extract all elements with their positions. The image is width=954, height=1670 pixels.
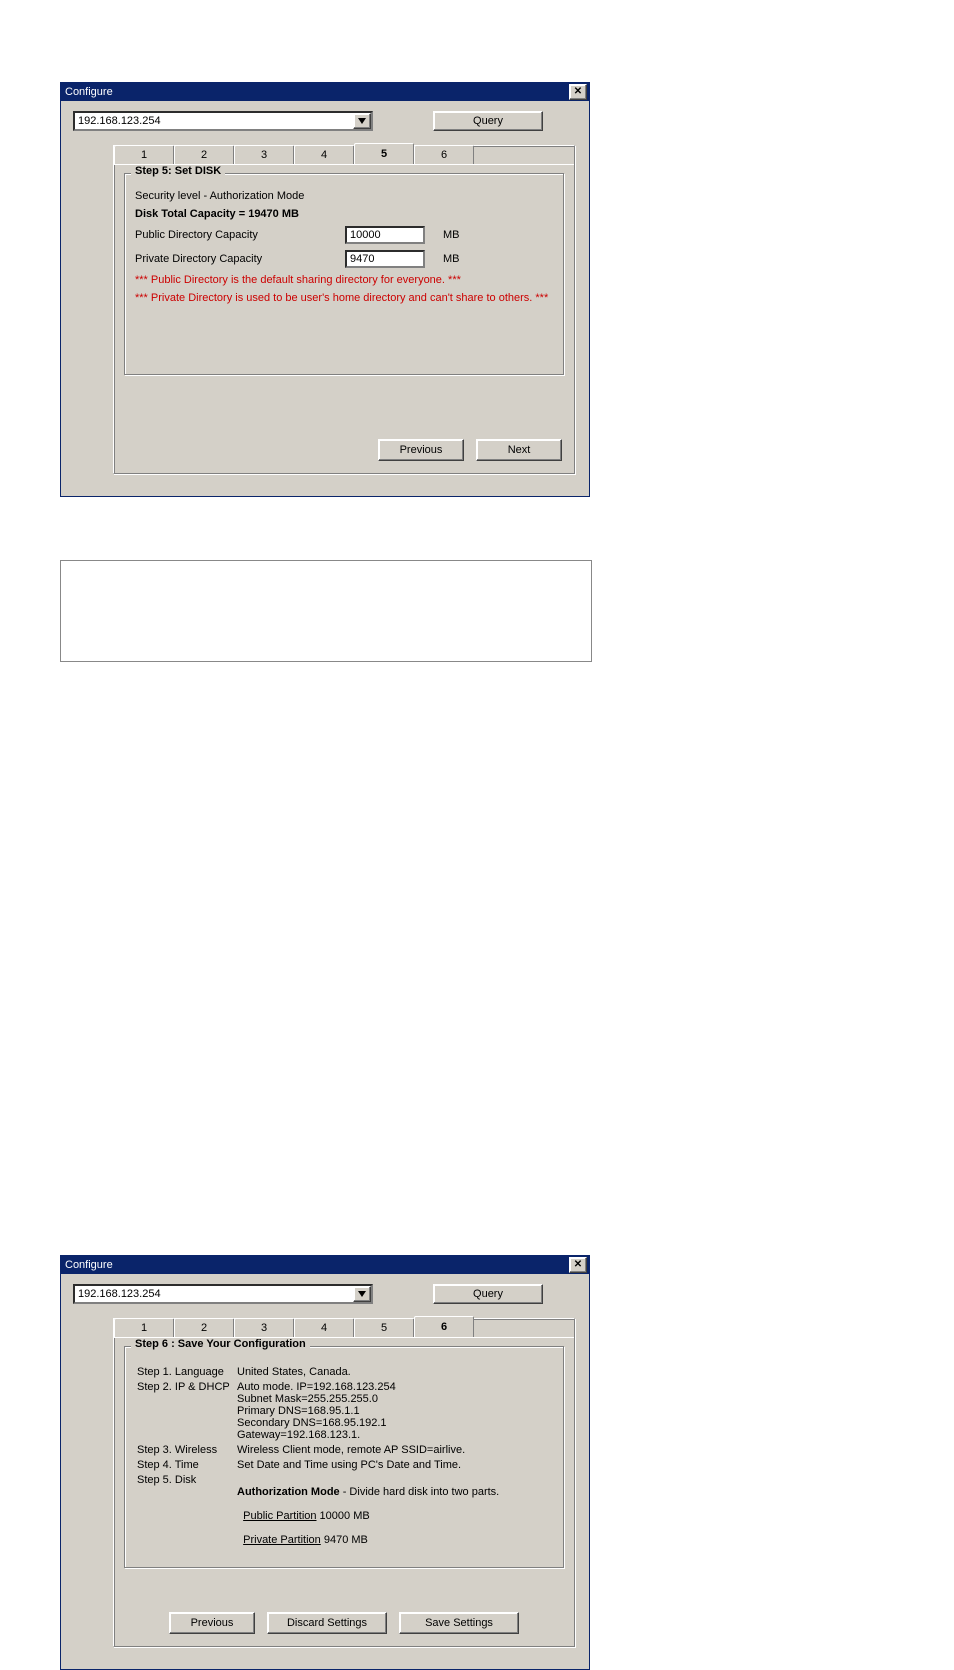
- configure-dialog-step6: Configure ✕ Query 123456 Step 6 : Sav: [60, 1255, 590, 1670]
- close-icon: ✕: [574, 1260, 582, 1270]
- tab-6[interactable]: 6: [414, 1316, 474, 1337]
- summary-row-time: Step 4. Time Set Date and Time using PC'…: [137, 1459, 551, 1471]
- security-level-text: Security level - Authorization Mode: [135, 190, 553, 202]
- tab-5[interactable]: 5: [354, 1318, 414, 1337]
- private-capacity-input[interactable]: [345, 250, 425, 268]
- window-title: Configure: [65, 1259, 113, 1271]
- disk-capacity-text: Disk Total Capacity = 19470 MB: [135, 208, 553, 220]
- address-row: Query: [73, 111, 577, 131]
- tab-1[interactable]: 1: [114, 1318, 174, 1337]
- private-partition-size: 9470 MB: [321, 1534, 368, 1546]
- private-partition-underline: Private Partition: [243, 1534, 321, 1546]
- close-button[interactable]: ✕: [569, 84, 587, 100]
- summary-label: Step 5. Disk: [137, 1474, 237, 1486]
- summary-list: Step 1. Language United States, Canada. …: [135, 1366, 553, 1546]
- tab-5[interactable]: 5: [354, 143, 414, 164]
- tab-1[interactable]: 1: [114, 145, 174, 164]
- tab-2[interactable]: 2: [174, 145, 234, 164]
- tab-3[interactable]: 3: [234, 145, 294, 164]
- summary-value: Authorization Mode - Divide hard disk in…: [237, 1474, 499, 1546]
- tab-2[interactable]: 2: [174, 1318, 234, 1337]
- step5-groupbox: Step 5: Set DISK Security level - Author…: [124, 173, 564, 375]
- next-button[interactable]: Next: [476, 439, 562, 461]
- wizard-panel: 123456 Step 5: Set DISK Security level -…: [113, 145, 575, 474]
- chevron-down-icon: [358, 1291, 366, 1297]
- tab-6[interactable]: 6: [414, 145, 474, 164]
- private-capacity-label: Private Directory Capacity: [135, 253, 345, 265]
- summary-value: Auto mode. IP=192.168.123.254 Subnet Mas…: [237, 1381, 396, 1441]
- private-capacity-row: Private Directory Capacity MB: [135, 250, 553, 268]
- previous-button[interactable]: Previous: [378, 439, 464, 461]
- unit-mb: MB: [443, 229, 460, 241]
- tab-4[interactable]: 4: [294, 145, 354, 164]
- window-title: Configure: [65, 86, 113, 98]
- configure-dialog-step5: Configure ✕ Query 123456 Step 5: Set: [60, 82, 590, 497]
- public-partition-size: 10000 MB: [317, 1510, 370, 1522]
- discard-settings-button[interactable]: Discard Settings: [267, 1612, 387, 1634]
- wizard-buttons: Previous Discard Settings Save Settings: [114, 1612, 574, 1634]
- summary-value: Wireless Client mode, remote AP SSID=air…: [237, 1444, 465, 1456]
- summary-label: Step 2. IP & DHCP: [137, 1381, 237, 1393]
- tabs: 123456: [114, 145, 574, 164]
- query-button[interactable]: Query: [433, 111, 543, 131]
- note-public: *** Public Directory is the default shar…: [135, 274, 553, 286]
- tab-4[interactable]: 4: [294, 1318, 354, 1337]
- dialog-body: Query 123456 Step 6 : Save Your Configur…: [61, 1274, 589, 1659]
- summary-row-wireless: Step 3. Wireless Wireless Client mode, r…: [137, 1444, 551, 1456]
- previous-button[interactable]: Previous: [169, 1612, 255, 1634]
- disk-mode-bold: Authorization Mode: [237, 1486, 340, 1498]
- summary-row-ipdhcp: Step 2. IP & DHCP Auto mode. IP=192.168.…: [137, 1381, 551, 1441]
- titlebar: Configure ✕: [61, 1256, 589, 1274]
- summary-value: United States, Canada.: [237, 1366, 351, 1378]
- query-button[interactable]: Query: [433, 1284, 543, 1304]
- wizard-buttons: Previous Next: [378, 439, 562, 461]
- summary-value: Set Date and Time using PC's Date and Ti…: [237, 1459, 461, 1471]
- summary-label: Step 3. Wireless: [137, 1444, 237, 1456]
- combo-dropdown-button[interactable]: [353, 1286, 371, 1302]
- ip-input[interactable]: [75, 113, 353, 129]
- dialog-body: Query 123456 Step 5: Set DISK Security l…: [61, 101, 589, 486]
- public-capacity-input[interactable]: [345, 226, 425, 244]
- unit-mb: MB: [443, 253, 460, 265]
- save-settings-button[interactable]: Save Settings: [399, 1612, 519, 1634]
- tabs: 123456: [114, 1318, 574, 1337]
- public-capacity-row: Public Directory Capacity MB: [135, 226, 553, 244]
- address-row: Query: [73, 1284, 577, 1304]
- groupbox-legend: Step 6 : Save Your Configuration: [131, 1338, 310, 1350]
- ip-combo: [73, 1284, 373, 1304]
- close-icon: ✕: [574, 87, 582, 97]
- summary-row-language: Step 1. Language United States, Canada.: [137, 1366, 551, 1378]
- ip-input[interactable]: [75, 1286, 353, 1302]
- public-partition-underline: Public Partition: [243, 1510, 316, 1522]
- public-capacity-label: Public Directory Capacity: [135, 229, 345, 241]
- chevron-down-icon: [358, 118, 366, 124]
- summary-label: Step 1. Language: [137, 1366, 237, 1378]
- tab-3[interactable]: 3: [234, 1318, 294, 1337]
- disk-mode-tail: - Divide hard disk into two parts.: [340, 1486, 500, 1498]
- empty-placeholder-box: [60, 560, 592, 662]
- wizard-panel: 123456 Step 6 : Save Your Configuration …: [113, 1318, 575, 1647]
- combo-dropdown-button[interactable]: [353, 113, 371, 129]
- titlebar: Configure ✕: [61, 83, 589, 101]
- step6-groupbox: Step 6 : Save Your Configuration Step 1.…: [124, 1346, 564, 1568]
- summary-row-disk: Step 5. Disk Authorization Mode - Divide…: [137, 1474, 551, 1546]
- summary-label: Step 4. Time: [137, 1459, 237, 1471]
- close-button[interactable]: ✕: [569, 1257, 587, 1273]
- note-private: *** Private Directory is used to be user…: [135, 292, 553, 304]
- groupbox-legend: Step 5: Set DISK: [131, 165, 225, 177]
- ip-combo: [73, 111, 373, 131]
